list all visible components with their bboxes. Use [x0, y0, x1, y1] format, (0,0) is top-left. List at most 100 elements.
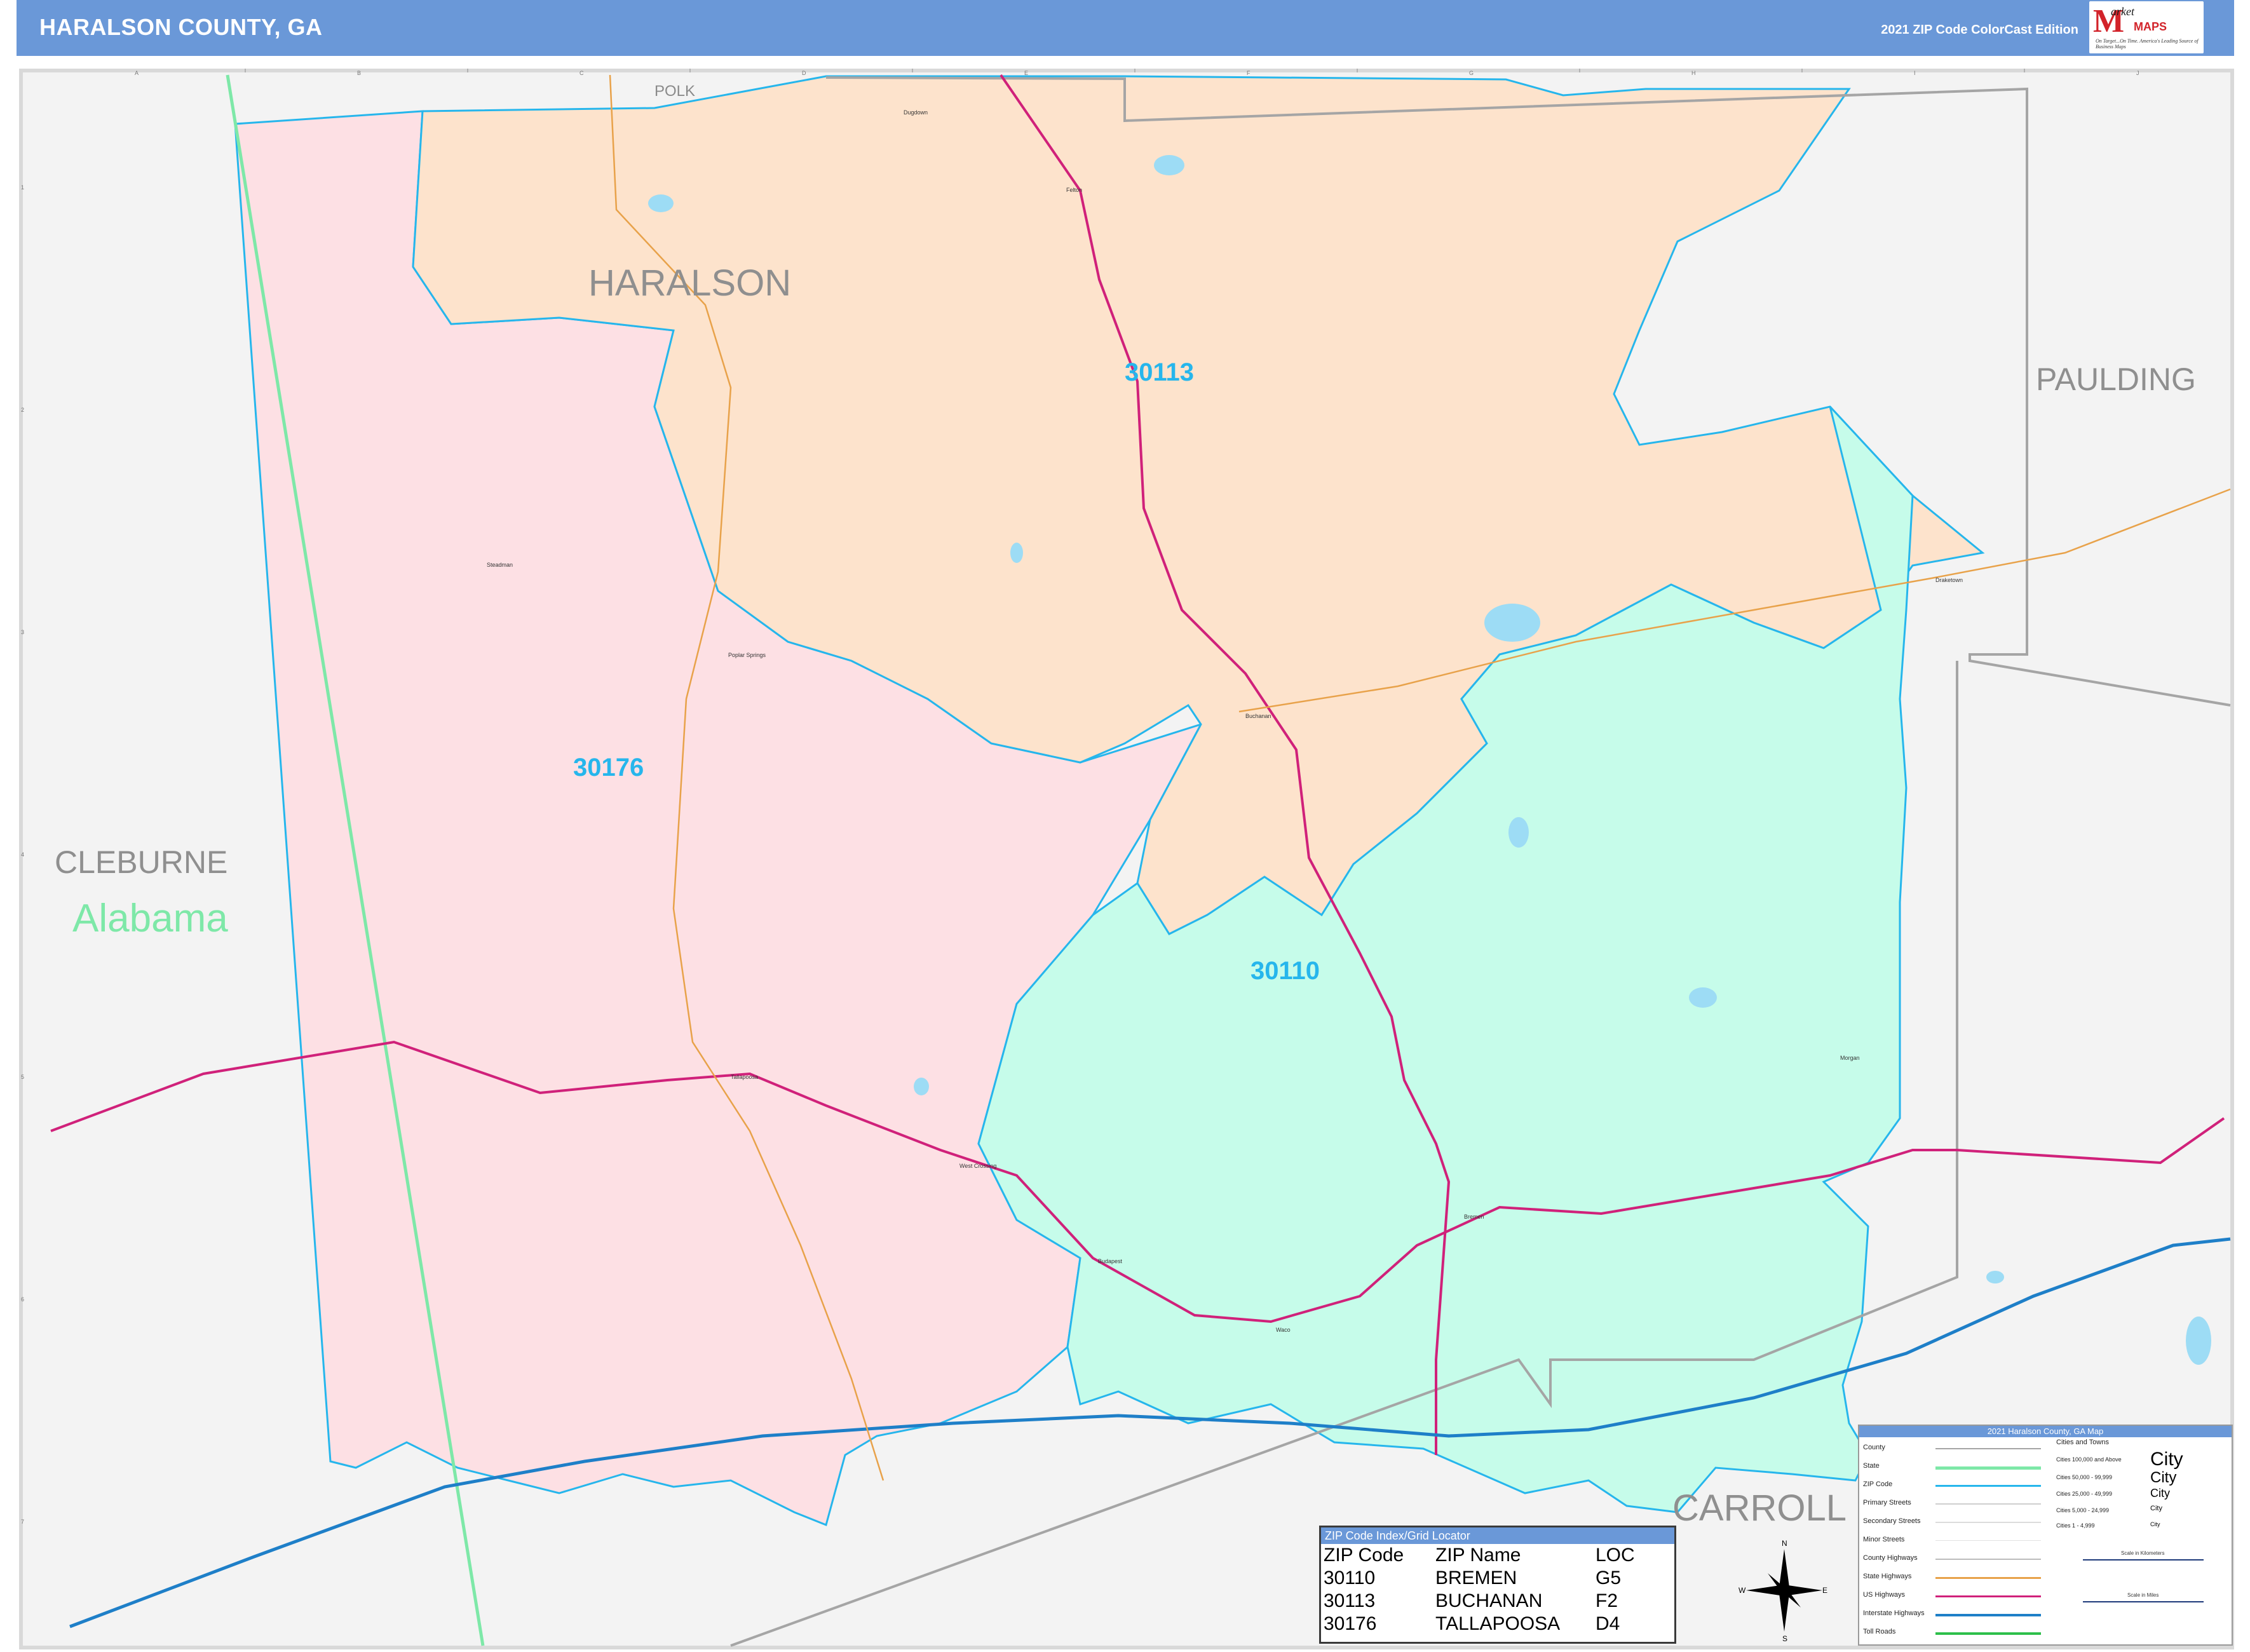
legend-city-sample-1: City [2150, 1449, 2183, 1470]
map-legend: 2021 Haralson County, GA Map County Stat… [1858, 1425, 2233, 1646]
county-label-haralson: HARALSON [588, 262, 792, 304]
legend-item-minor: Minor Streets [1863, 1536, 1905, 1543]
grid-col-a: A [135, 70, 139, 76]
grid-col-c: C [579, 70, 584, 76]
legend-item-zip: ZIP Code [1863, 1480, 1893, 1488]
legend-item-us-hwy: US Highways [1863, 1591, 1906, 1599]
grid-row-1: 1 [21, 184, 25, 191]
compass-w: W [1738, 1586, 1746, 1595]
legend-item-state-hwy: State Highways [1863, 1573, 1912, 1580]
county-label-carroll: CARROLL [1672, 1487, 1847, 1529]
zip-index-header-zip: ZIP Code [1324, 1545, 1404, 1566]
county-label-paulding: PAULDING [2036, 362, 2196, 397]
zip-index-header-loc: LOC [1596, 1545, 1635, 1566]
zip-index-cell: TALLAPOOSA [1435, 1613, 1561, 1634]
legend-item-secondary: Secondary Streets [1863, 1517, 1921, 1525]
legend-scale-bar-mi [2083, 1601, 2204, 1602]
compass-rose-icon: N S E W [1738, 1539, 1829, 1643]
legend-swatch-primary [1935, 1503, 2041, 1505]
grid-row-5: 5 [21, 1074, 25, 1080]
town-waco: Waco [1276, 1327, 1291, 1333]
legend-cities-title: Cities and Towns [2056, 1439, 2109, 1446]
legend-scale-mi: Scale in Miles [2127, 1592, 2159, 1598]
zip-index-header-row: ZIP Code ZIP Name LOC [1324, 1544, 1635, 1567]
grid-row-6: 6 [21, 1296, 25, 1303]
legend-city-sample-3: City [2150, 1487, 2170, 1500]
county-label-polk: POLK [654, 83, 696, 100]
zip-index-cell: G5 [1596, 1567, 1622, 1588]
town-budapest: Budapest [1098, 1258, 1123, 1264]
legend-swatch-secondary [1935, 1522, 2041, 1523]
legend-city-class-3: Cities 25,000 - 49,999 [2056, 1491, 2113, 1497]
town-dugdown: Dugdown [904, 109, 928, 116]
town-poplar-springs: Poplar Springs [728, 652, 766, 658]
legend-city-sample-5: City [2150, 1521, 2160, 1527]
legend-swatch-us-hwy [1935, 1595, 2041, 1597]
legend-city-sample-2: City [2150, 1469, 2177, 1486]
town-morgan: Morgan [1840, 1055, 1860, 1061]
legend-swatch-state-hwy [1935, 1577, 2041, 1579]
zip-label-30176: 30176 [573, 754, 644, 782]
zip-label-30113: 30113 [1125, 358, 1195, 386]
town-buchanan: Buchanan [1245, 713, 1271, 719]
grid-col-i: I [1914, 70, 1916, 76]
zip-index-table: ZIP Code Index/Grid Locator ZIP Code ZIP… [1319, 1526, 1676, 1644]
grid-col-g: G [1469, 70, 1474, 76]
legend-swatch-minor [1935, 1540, 2041, 1541]
grid-col-j: J [2136, 70, 2139, 76]
town-felton: Felton [1066, 187, 1083, 193]
legend-scale-bar-km [2083, 1559, 2204, 1561]
town-steadman: Steadman [487, 562, 513, 568]
zip-index-row: 30176 TALLAPOOSA D4 [1324, 1613, 1635, 1635]
legend-city-sample-4: City [2150, 1505, 2162, 1512]
legend-item-toll: Toll Roads [1863, 1628, 1896, 1635]
compass-e: E [1822, 1586, 1828, 1595]
legend-item-interstate: Interstate Highways [1863, 1609, 1925, 1617]
zip-index-header-name: ZIP Name [1435, 1545, 1521, 1566]
zip-index-cell: 30110 [1324, 1567, 1376, 1588]
grid-ticks [245, 69, 2025, 72]
legend-city-class-2: Cities 50,000 - 99,999 [2056, 1474, 2113, 1480]
compass-s: S [1782, 1634, 1788, 1643]
legend-city-class-5: Cities 1 - 4,999 [2056, 1522, 2095, 1529]
legend-city-class-4: Cities 5,000 - 24,999 [2056, 1507, 2110, 1513]
grid-row-7: 7 [21, 1519, 25, 1525]
town-tallapoosa: Tallapoosa [731, 1074, 759, 1080]
grid-row-4: 4 [21, 851, 25, 858]
zip-index-title: ZIP Code Index/Grid Locator [1321, 1527, 1674, 1544]
legend-swatch-county-hwy [1935, 1559, 2041, 1560]
legend-swatch-county [1935, 1448, 2041, 1449]
county-label-cleburne: CLEBURNE [55, 844, 228, 880]
zip-index-cell: BREMEN [1435, 1567, 1517, 1588]
map-canvas[interactable] [0, 0, 2250, 1652]
legend-swatch-toll [1935, 1632, 2041, 1635]
legend-item-primary: Primary Streets [1863, 1499, 1911, 1506]
legend-item-state: State [1863, 1462, 1880, 1470]
zip-index-row: 30113 BUCHANAN F2 [1324, 1590, 1635, 1613]
legend-swatch-interstate [1935, 1614, 2041, 1616]
zip-index-cell: F2 [1596, 1590, 1618, 1611]
grid-col-f: F [1247, 70, 1250, 76]
zip-index-cell: 30113 [1324, 1590, 1376, 1611]
grid-col-b: B [357, 70, 362, 76]
zip-index-row: 30110 BREMEN G5 [1324, 1567, 1635, 1590]
state-label-alabama: Alabama [72, 897, 228, 940]
legend-swatch-zip [1935, 1485, 2041, 1487]
grid-col-h: H [1691, 70, 1696, 76]
zip-index-cell: 30176 [1324, 1613, 1377, 1634]
grid-col-e: E [1024, 70, 1029, 76]
town-west-crossing: West Crossing [959, 1163, 997, 1169]
compass-n: N [1782, 1539, 1787, 1548]
legend-item-county: County [1863, 1444, 1885, 1451]
legend-title: 2021 Haralson County, GA Map [1859, 1426, 2232, 1437]
legend-city-class-1: Cities 100,000 and Above [2056, 1456, 2122, 1463]
legend-swatch-state [1935, 1466, 2041, 1470]
grid-row-3: 3 [21, 629, 25, 635]
zip-label-30110: 30110 [1250, 957, 1320, 985]
zip-index-cell: BUCHANAN [1435, 1590, 1543, 1611]
zip-index-cell: D4 [1596, 1613, 1620, 1634]
town-bremen: Bremen [1464, 1214, 1484, 1220]
legend-scale-km: Scale in Kilometers [2121, 1550, 2165, 1556]
grid-row-2: 2 [21, 407, 25, 413]
grid-col-d: D [802, 70, 806, 76]
